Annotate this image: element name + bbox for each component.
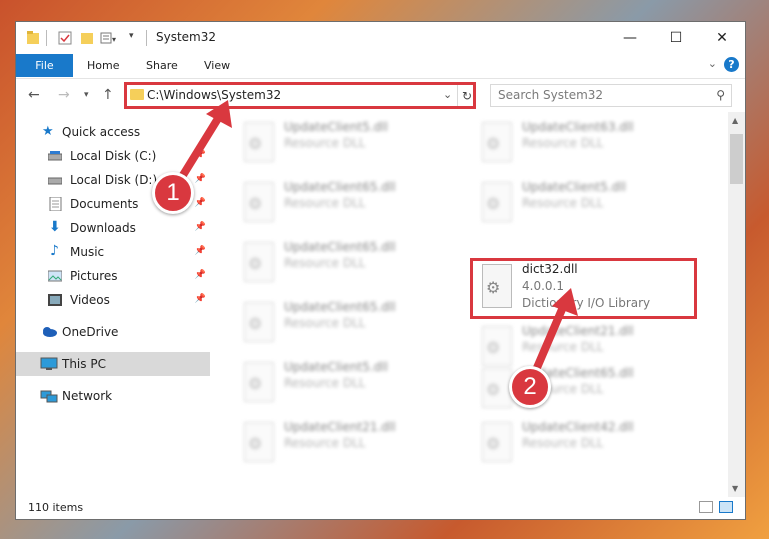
callout-badge-1: 1 — [152, 172, 194, 214]
arrow-2 — [532, 296, 570, 374]
arrow-1 — [176, 108, 226, 184]
callout-arrows — [176, 100, 578, 374]
callout-badge-2: 2 — [509, 366, 551, 408]
